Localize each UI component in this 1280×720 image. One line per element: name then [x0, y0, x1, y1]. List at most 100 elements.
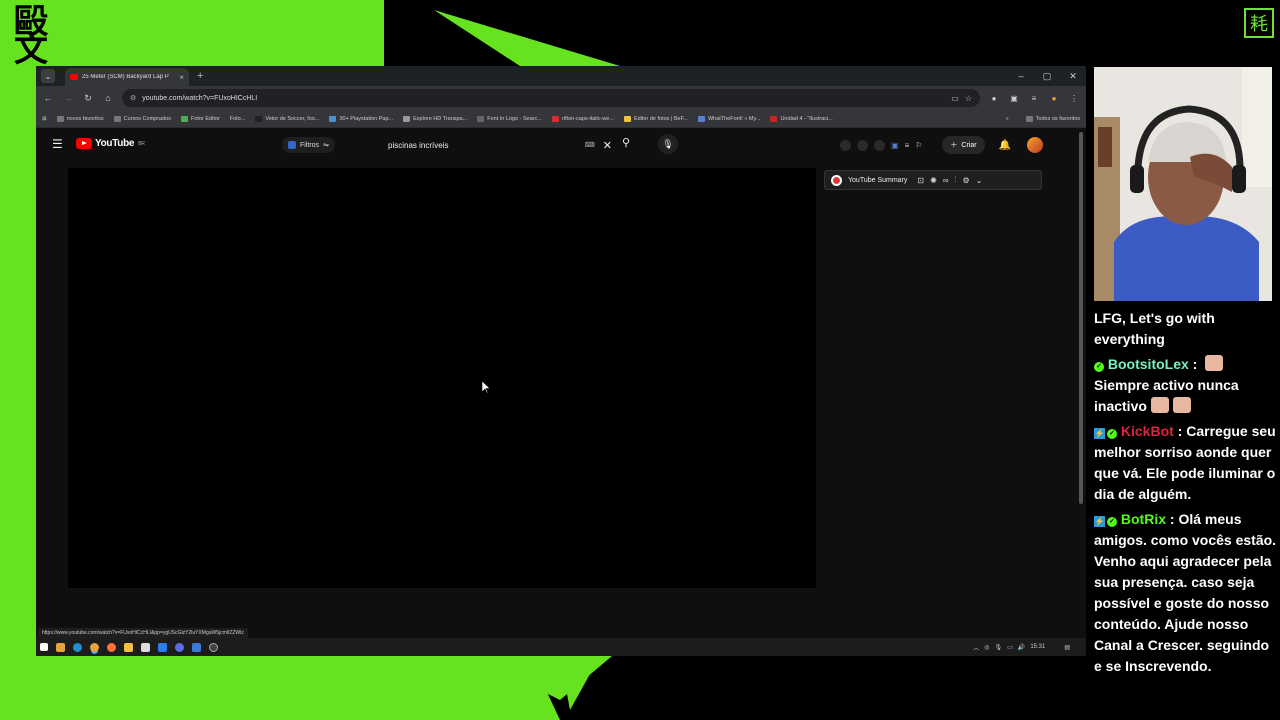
maximize-button[interactable]: ▢: [1034, 66, 1060, 86]
back-icon[interactable]: ←: [42, 93, 54, 103]
reload-icon[interactable]: ↻: [82, 93, 94, 104]
new-tab-button[interactable]: +: [197, 70, 203, 82]
extension-icon[interactable]: [857, 139, 868, 151]
home-icon[interactable]: ⌂: [102, 93, 114, 103]
bookmark-item[interactable]: rifton-caps-italic-we...: [551, 115, 614, 122]
verified-check-icon: ✓: [1094, 362, 1104, 372]
browser-window: ⌄ 25 Meter (SCM) Backyard Lap P × + – ▢ …: [36, 66, 1086, 656]
url-field[interactable]: ⚙ youtube.com/watch?v=FUxoHICcHLI ▭ ☆: [122, 89, 980, 107]
search-input[interactable]: piscinas incríveis ⌨ ✕: [380, 135, 620, 155]
notifications-bell-icon[interactable]: 🔔: [999, 140, 1011, 151]
chat-username[interactable]: KickBot: [1121, 423, 1174, 439]
site-favicon-icon: [403, 115, 411, 122]
url-text: youtube.com/watch?v=FUxoHICcHLI: [142, 94, 258, 102]
taskbar-app-icon[interactable]: [192, 642, 201, 652]
chrome-icon[interactable]: [90, 642, 99, 652]
extension-icon[interactable]: ●: [988, 94, 1000, 103]
tray-chevron-icon[interactable]: ︿: [973, 643, 979, 652]
bookmark-item[interactable]: Font In Logo - Searc...: [477, 115, 542, 122]
minimize-button[interactable]: –: [1008, 66, 1034, 86]
install-app-icon[interactable]: ▭: [951, 94, 959, 103]
openai-icon[interactable]: ✺: [930, 176, 937, 185]
bookmark-item[interactable]: Cursos Comprados: [113, 115, 171, 122]
account-avatar[interactable]: [1027, 137, 1044, 153]
bookmark-item[interactable]: Vetor de Soccer, foo...: [255, 115, 319, 122]
site-favicon-icon: [697, 115, 705, 122]
summary-title: YouTube Summary: [848, 176, 908, 184]
firefox-icon[interactable]: [107, 642, 116, 652]
clock[interactable]: 15:31: [1030, 644, 1045, 650]
tab-search-button[interactable]: ⌄: [41, 69, 55, 83]
browser-tab[interactable]: 25 Meter (SCM) Backyard Lap P ×: [65, 68, 189, 86]
notifications-icon[interactable]: ▤: [1064, 644, 1070, 651]
tab-close-button[interactable]: ×: [179, 73, 184, 82]
robot-icon[interactable]: ⊡: [917, 176, 924, 185]
bookmark-item[interactable]: Foto...: [230, 116, 246, 122]
search-icon[interactable]: ⚲: [622, 136, 630, 149]
site-favicon-icon: [477, 115, 485, 122]
profile-avatar-icon[interactable]: ●: [1048, 94, 1060, 103]
hamburger-menu-icon[interactable]: ☰: [52, 137, 63, 151]
folder-icon: [113, 115, 121, 122]
bookmark-item[interactable]: Fotor Editor: [181, 115, 220, 122]
clear-search-icon[interactable]: ✕: [603, 139, 612, 152]
edge-icon[interactable]: [73, 642, 82, 652]
glasses-icon[interactable]: ∞: [943, 176, 949, 185]
forward-icon[interactable]: →: [62, 93, 74, 103]
mouse-cursor-icon: [482, 381, 490, 394]
taskbar-app-icon[interactable]: [56, 642, 65, 652]
chat-username[interactable]: BotRix: [1121, 511, 1166, 527]
close-window-button[interactable]: ✕: [1060, 66, 1086, 86]
extension-icon[interactable]: [874, 139, 885, 151]
window-controls: – ▢ ✕: [1008, 66, 1086, 86]
bookmark-item[interactable]: Explore HD Transpa...: [403, 115, 467, 122]
browser-menu-icon[interactable]: ⋮: [1068, 94, 1080, 103]
media-control-icon[interactable]: ≡: [1028, 94, 1040, 103]
extensions-puzzle-icon[interactable]: ▣: [1008, 94, 1020, 103]
apps-grid-icon[interactable]: ⊞: [42, 116, 47, 122]
taskbar-app-icon[interactable]: [158, 642, 167, 652]
chevron-down-icon[interactable]: ⌄: [976, 176, 983, 185]
list-icon[interactable]: ≡: [905, 141, 910, 150]
bookmark-item[interactable]: 30+ Playstation Pap...: [329, 115, 393, 122]
pin-icon[interactable]: ⚐: [915, 141, 922, 150]
webcam-feed: [1094, 67, 1272, 301]
video-player[interactable]: [68, 168, 816, 588]
youtube-summary-bar[interactable]: YouTube Summary ⊡ ✺ ∞ ⫶ ⚙ ⌄: [824, 170, 1042, 190]
audio-wave-icon[interactable]: ⫶: [955, 175, 957, 185]
chat-username[interactable]: BootsitoLex: [1108, 356, 1189, 372]
volume-icon[interactable]: 🔊: [1018, 644, 1025, 651]
page-scrollbar[interactable]: [1076, 128, 1086, 638]
chat-message: ⚡ ✓ BotRix : Olá meus amigos. como vocês …: [1094, 511, 1277, 674]
create-button[interactable]: ＋ Criar: [942, 136, 985, 154]
bookmark-item[interactable]: WhatTheFont! « My...: [697, 115, 760, 122]
bookmark-item[interactable]: Editor de fotos | BeF...: [623, 115, 688, 122]
bookmark-item[interactable]: novos favoritos: [56, 115, 104, 122]
microphone-tray-icon[interactable]: 🎙: [995, 644, 1003, 651]
fotor-icon: [181, 115, 188, 122]
youtube-header: ☰ YouTube BR Filtros ⇋ piscinas incríveis…: [36, 128, 1076, 164]
chat-message: ⚡ ✓ KickBot : Carregue seu melhor sorriso…: [1094, 423, 1276, 502]
taskbar-app-icon[interactable]: [141, 642, 150, 652]
windows-start-icon[interactable]: [40, 643, 48, 651]
site-info-icon[interactable]: ⚙: [130, 94, 136, 102]
taskbar-app-icon[interactable]: [175, 642, 184, 652]
bookmark-item[interactable]: Unidad 4 - "Ilustraci...: [770, 115, 833, 122]
keyboard-icon[interactable]: ⌨: [585, 141, 595, 149]
microphone-icon[interactable]: 🎙: [658, 134, 678, 154]
all-bookmarks-button[interactable]: Todos os favoritos: [1036, 116, 1080, 122]
site-favicon-icon: [255, 115, 263, 122]
obs-icon[interactable]: [209, 642, 218, 652]
bookmark-star-icon[interactable]: ☆: [965, 94, 972, 103]
summary-logo-icon: [831, 174, 842, 186]
file-explorer-icon[interactable]: [124, 642, 133, 652]
scrollbar-thumb[interactable]: [1079, 132, 1083, 504]
youtube-logo[interactable]: YouTube BR: [76, 138, 145, 149]
extension-icon[interactable]: [840, 139, 851, 151]
tray-app-icon[interactable]: ◎: [984, 644, 989, 651]
summary-extension-icon[interactable]: ▣: [891, 141, 899, 150]
network-icon[interactable]: ▭: [1007, 644, 1013, 651]
settings-gear-icon[interactable]: ⚙: [963, 176, 970, 185]
more-bookmarks-button[interactable]: »: [1006, 116, 1009, 122]
filters-button[interactable]: Filtros ⇋: [282, 137, 335, 153]
